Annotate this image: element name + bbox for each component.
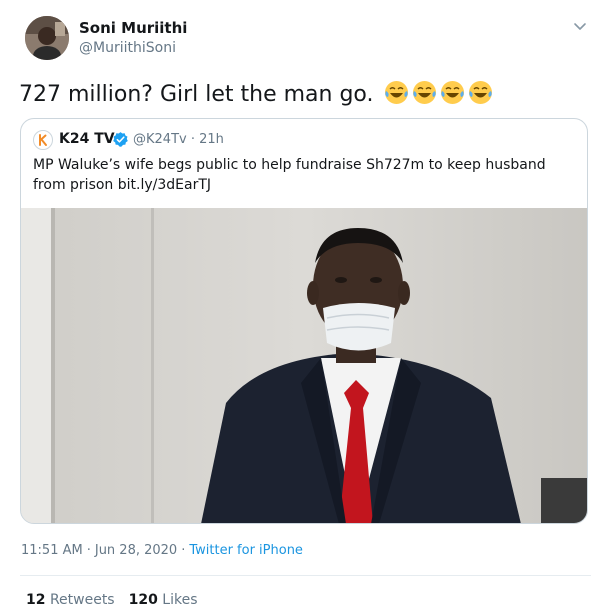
laughing-tears-emoji-icon [384, 80, 409, 105]
tweet-time[interactable]: 11:51 AM [21, 543, 83, 558]
quoted-tweet-text: MP Waluke’s wife begs public to help fun… [33, 157, 546, 193]
author-name[interactable]: Soni Muriithi [79, 19, 187, 37]
chevron-down-icon[interactable] [572, 18, 588, 34]
verified-badge-icon [112, 131, 129, 148]
author-avatar[interactable] [25, 16, 69, 60]
retweets-count: 12 [26, 592, 46, 608]
author-handle[interactable]: @MuriithiSoni [79, 40, 176, 56]
likes-stat[interactable]: 120 Likes [129, 592, 198, 608]
quoted-tweet-card[interactable]: K24 TV @K24Tv · 21h MP Waluke’s wife beg… [20, 118, 588, 524]
engagement-stats: 12 Retweets 120 Likes [26, 592, 198, 608]
likes-count: 120 [128, 592, 158, 608]
tweet-body: 727 million? Girl let the man go. [19, 82, 374, 107]
tweet-timestamp: 11:51 AM · Jun 28, 2020 · Twitter for iPhone [21, 543, 303, 558]
laughing-tears-emoji-icon [468, 80, 493, 105]
likes-label: Likes [162, 592, 198, 608]
laughing-tears-emoji-icon [412, 80, 437, 105]
quoted-author-name[interactable]: K24 TV [59, 131, 115, 147]
divider [20, 575, 591, 576]
quoted-handle-time[interactable]: @K24Tv · 21h [133, 132, 224, 147]
laughing-tears-emoji-icon [440, 80, 465, 105]
quoted-tweet-photo[interactable] [21, 208, 587, 523]
meta-separator: · [181, 543, 186, 558]
retweets-label: Retweets [49, 592, 115, 608]
meta-separator: · [86, 543, 91, 558]
retweets-stat[interactable]: 12 Retweets [26, 592, 115, 608]
k24-logo-icon[interactable] [33, 130, 53, 150]
tweet-source-link[interactable]: Twitter for iPhone [189, 543, 303, 558]
tweet-text: 727 million? Girl let the man go. [19, 80, 493, 107]
tweet-date[interactable]: Jun 28, 2020 [95, 543, 177, 558]
